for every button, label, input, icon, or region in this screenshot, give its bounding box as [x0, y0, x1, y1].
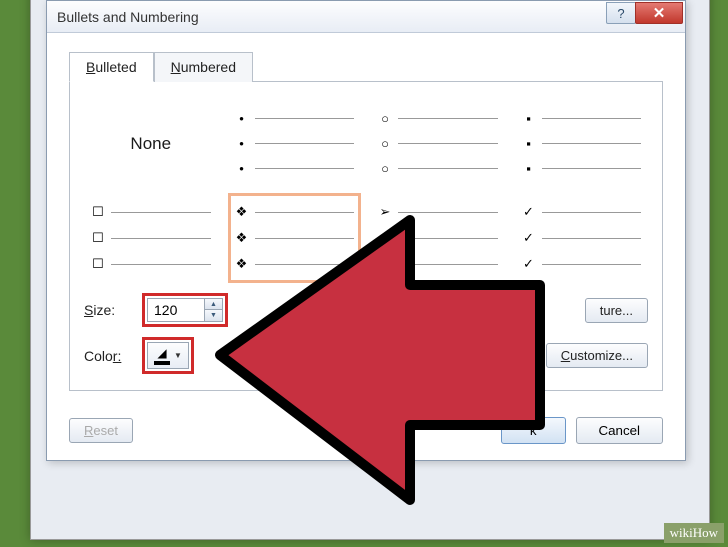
tab-panel-bulleted: None • • • ○ ○ ○ ▪ ▪ ▪ ☐	[69, 82, 663, 391]
bullet-arrow-icon: ➢	[378, 204, 392, 220]
bullet-option-hollow-square[interactable]: ☐ ☐ ☐	[84, 193, 218, 283]
chevron-down-icon: ▼	[174, 351, 182, 360]
bullet-diamond-icon: ❖	[235, 204, 249, 220]
size-input[interactable]	[148, 299, 204, 321]
bullet-hollow-square-icon: ☐	[91, 204, 105, 220]
bullet-style-grid: None • • • ○ ○ ○ ▪ ▪ ▪ ☐	[84, 100, 648, 283]
size-row: Size: ▲ ▼ ture...	[84, 293, 648, 327]
size-increment[interactable]: ▲	[205, 299, 222, 310]
tab-numbered[interactable]: Numbered	[154, 52, 253, 82]
bullet-option-square[interactable]: ▪ ▪ ▪	[515, 100, 649, 187]
watermark: wikiHow	[664, 523, 724, 543]
bullet-option-none[interactable]: None	[84, 100, 218, 187]
bullet-disc-icon: •	[235, 111, 249, 126]
tab-bulleted[interactable]: Bulleted	[69, 52, 154, 82]
size-spinner: ▲ ▼	[147, 298, 223, 322]
color-picker-button[interactable]: ◢ ▼	[147, 342, 189, 369]
bullet-option-arrow[interactable]: ➢ ➢ ➢	[371, 193, 505, 283]
titlebar: Bullets and Numbering ? ✕	[47, 1, 685, 33]
help-button[interactable]: ?	[606, 2, 636, 24]
bullet-check-icon: ✓	[522, 204, 536, 220]
color-highlight: ◢ ▼	[142, 337, 194, 374]
close-button[interactable]: ✕	[635, 2, 683, 24]
size-highlight: ▲ ▼	[142, 293, 228, 327]
bullet-option-diamond[interactable]: ❖ ❖ ❖	[228, 193, 362, 283]
none-label: None	[130, 134, 171, 154]
color-label: Color:	[84, 348, 134, 364]
color-row: Color: ◢ ▼ Customize...	[84, 337, 648, 374]
dialog-body: Bulleted Numbered None • • • ○ ○ ○	[47, 33, 685, 405]
color-swatch	[154, 361, 170, 365]
titlebar-buttons: ? ✕	[607, 2, 683, 24]
bullet-option-disc[interactable]: • • •	[228, 100, 362, 187]
reset-button[interactable]: Reset	[69, 418, 133, 443]
bullet-circle-icon: ○	[378, 111, 392, 126]
dialog-window: Bullets and Numbering ? ✕ Bulleted Numbe…	[46, 0, 686, 461]
ok-button[interactable]: k	[501, 417, 566, 444]
size-label: Size:	[84, 302, 134, 318]
paint-bucket-icon: ◢	[157, 346, 166, 360]
right-buttons-2: Customize...	[546, 343, 648, 368]
bullet-option-check[interactable]: ✓ ✓ ✓	[515, 193, 649, 283]
right-buttons: ture...	[585, 298, 648, 323]
size-decrement[interactable]: ▼	[205, 310, 222, 321]
tab-strip: Bulleted Numbered	[69, 51, 663, 82]
window-title: Bullets and Numbering	[57, 9, 199, 25]
picture-button[interactable]: ture...	[585, 298, 648, 323]
bullet-square-icon: ▪	[522, 111, 536, 126]
bullet-option-circle[interactable]: ○ ○ ○	[371, 100, 505, 187]
customize-button[interactable]: Customize...	[546, 343, 648, 368]
dialog-footer: Reset k Cancel	[47, 405, 685, 460]
cancel-button[interactable]: Cancel	[576, 417, 664, 444]
